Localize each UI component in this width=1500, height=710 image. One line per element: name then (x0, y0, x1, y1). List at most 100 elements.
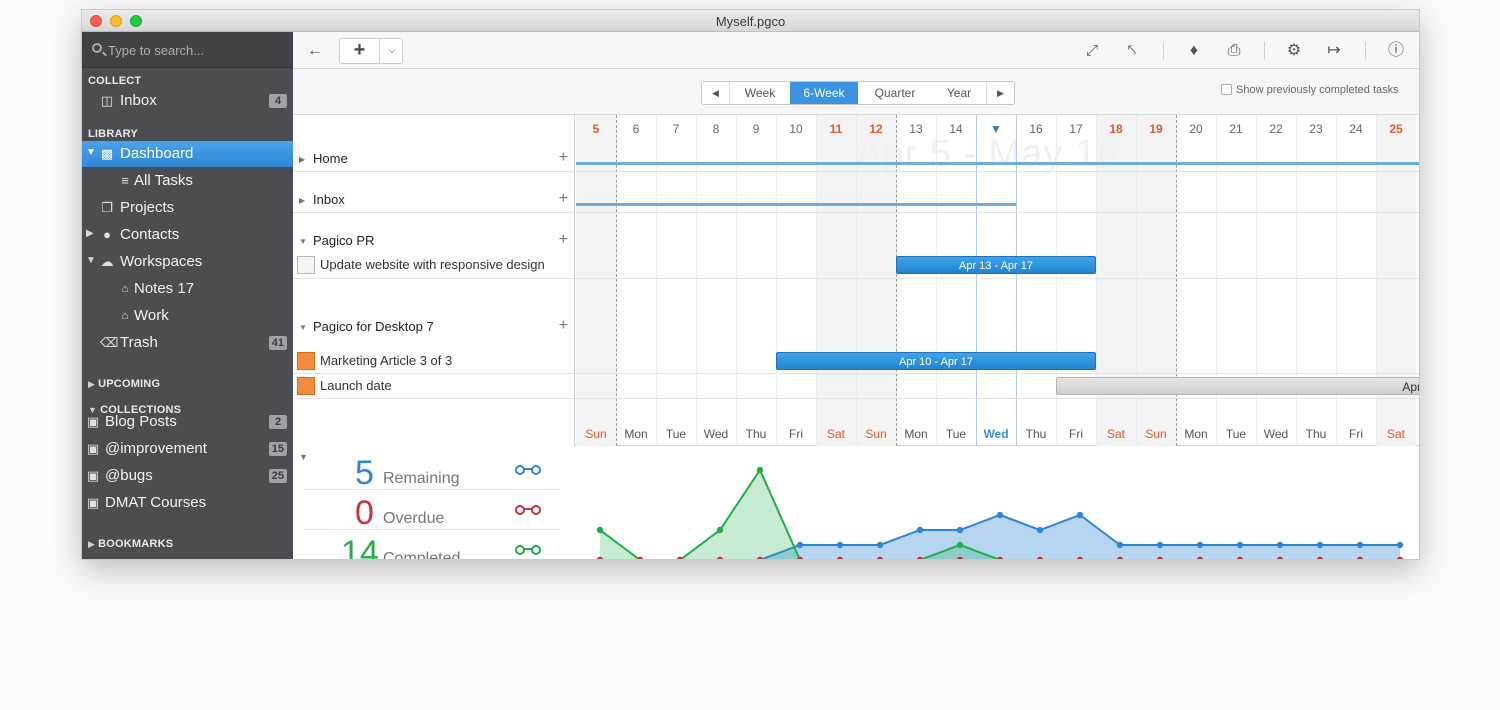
gantt-view: Apr 5 - May 16 5 Sun 6 Mon 7 Tue 8 Wed 9 Thu 10 Fri… (293, 115, 1419, 446)
cloud-icon: ☁ (100, 254, 114, 269)
day-number: 5 (592, 122, 600, 136)
inbox-count-badge: 4 (269, 94, 287, 108)
collapse-icon[interactable]: ⤣ (1121, 39, 1143, 63)
day-number: 18 (1109, 122, 1123, 136)
project-timeline-bar[interactable] (576, 203, 1016, 206)
sidebar-item-label: Contacts (120, 226, 180, 243)
expanded-triangle-icon[interactable]: ▼ (86, 255, 96, 266)
task-bar[interactable]: Apr (1056, 377, 1419, 395)
day-number: 10 (789, 122, 803, 136)
remaining-point (796, 541, 804, 549)
range-option-quarter[interactable]: Quarter (858, 82, 932, 104)
day-name: Wed (703, 427, 729, 441)
collapsed-triangle-icon[interactable]: ▶ (86, 228, 94, 239)
project-name[interactable]: Home (313, 151, 348, 166)
add-task-button[interactable]: + (559, 149, 568, 167)
collapsed-triangle-icon[interactable]: ▶ (299, 155, 305, 164)
add-task-button[interactable]: + (559, 317, 568, 335)
day-name: Sun (585, 427, 607, 441)
day-name: Fri (1349, 427, 1363, 441)
section-upcoming[interactable]: ▶ UPCOMING (88, 378, 160, 390)
remaining-point (916, 526, 924, 534)
expanded-triangle-icon[interactable]: ▼ (299, 237, 307, 246)
range-option-6-week[interactable]: 6-Week (790, 82, 858, 104)
gear-icon[interactable]: ⚙ (1283, 39, 1305, 63)
next-range-button[interactable]: ▶ (986, 82, 1014, 104)
sidebar-item-notes[interactable]: ⌂ Notes 17 (82, 276, 293, 302)
day-name: Thu (1305, 427, 1327, 441)
collection-count-badge: 15 (268, 442, 287, 456)
legend-remaining-icon (515, 465, 541, 475)
remaining-point (1396, 541, 1404, 549)
stat-label: Remaining (383, 470, 460, 487)
back-arrow-icon[interactable]: ← (305, 39, 325, 63)
sidebar-item-collection[interactable]: ▣ DMAT Courses (82, 490, 293, 516)
day-number: 19 (1149, 122, 1163, 136)
search-input[interactable] (108, 41, 283, 59)
sidebar-item-collection[interactable]: ▣ Blog Posts 2 (82, 409, 293, 435)
logout-icon[interactable]: ↦ (1323, 39, 1345, 63)
task-title: Launch date (320, 378, 392, 393)
bell-icon[interactable]: ♦ (1183, 39, 1205, 63)
show-completed-checkbox[interactable] (1221, 84, 1232, 95)
day-name: Tue (665, 427, 687, 441)
sidebar-item-label: All Tasks (134, 172, 193, 189)
project-timeline-bar[interactable] (576, 162, 1419, 165)
add-task-button[interactable]: + (559, 190, 568, 208)
task-row[interactable]: Launch date (293, 374, 575, 398)
sidebar-item-collection[interactable]: ▣ @improvement 15 (82, 436, 293, 462)
remaining-point (1036, 526, 1044, 534)
remaining-point (836, 541, 844, 549)
sidebar-item-workspaces[interactable]: ▼ ☁ Workspaces (82, 249, 293, 275)
archive-box-icon: ▣ (86, 414, 100, 429)
expand-icon[interactable]: ⤢ (1081, 39, 1103, 63)
task-bar[interactable]: Apr 13 - Apr 17 (896, 256, 1096, 274)
day-name: Mon (904, 427, 928, 441)
sidebar-item-label: DMAT Courses (105, 494, 207, 511)
task-checkbox[interactable] (297, 352, 315, 370)
sidebar-item-trash[interactable]: ⌫ Trash 41 (82, 330, 293, 356)
sidebar-item-dashboard[interactable]: ▼ ▩ Dashboard (82, 141, 293, 167)
sidebar-item-label: Workspaces (120, 253, 203, 270)
day-number: 11 (829, 122, 843, 136)
previous-range-button[interactable]: ◀ (702, 82, 730, 104)
task-row[interactable]: Marketing Article 3 of 3 (293, 349, 575, 373)
sidebar-item-label: Notes 17 (134, 280, 195, 297)
project-name[interactable]: Pagico for Desktop 7 (313, 319, 434, 334)
sidebar-item-collection[interactable]: ▣ @bugs 25 (82, 463, 293, 489)
range-option-week[interactable]: Week (730, 82, 790, 104)
add-task-button[interactable]: + (559, 231, 568, 249)
task-checkbox[interactable] (297, 256, 315, 274)
sidebar-item-contacts[interactable]: ▶ ● Contacts (82, 222, 293, 248)
info-icon[interactable]: ⓘ (1385, 39, 1407, 63)
timeline-grid: Apr 5 - May 16 5 Sun 6 Mon 7 Tue 8 Wed 9 Thu 10 Fri… (576, 115, 1419, 446)
task-row[interactable]: Update website with responsive design (293, 253, 575, 277)
range-option-year[interactable]: Year (932, 82, 986, 104)
day-number: 14 (949, 122, 963, 136)
toolbar-divider (1264, 42, 1265, 60)
day-number: 12 (869, 122, 883, 136)
task-bar[interactable]: Apr 10 - Apr 17 (776, 352, 1096, 370)
add-button[interactable]: + (340, 39, 380, 63)
toolbar-divider (1365, 42, 1366, 60)
collapsed-triangle-icon[interactable]: ▶ (299, 196, 305, 205)
task-checkbox[interactable] (297, 377, 315, 395)
show-completed-toggle[interactable]: Show previously completed tasks (1221, 84, 1399, 96)
printer-icon[interactable]: ⎙ (1223, 39, 1245, 63)
day-name: Mon (1184, 427, 1208, 441)
collapsed-triangle-icon: ▶ (88, 539, 96, 549)
completed-point (956, 541, 964, 549)
task-title: Update website with responsive design (320, 257, 545, 272)
sidebar-item-inbox[interactable]: ◫ Inbox 4 (82, 88, 293, 114)
sidebar-item-all-tasks[interactable]: ≡ All Tasks (82, 168, 293, 194)
project-name[interactable]: Pagico PR (313, 233, 374, 248)
project-name[interactable]: Inbox (313, 192, 345, 207)
remaining-point (1156, 541, 1164, 549)
expanded-triangle-icon[interactable]: ▼ (86, 147, 96, 158)
section-collect: COLLECT (88, 75, 142, 87)
sidebar-item-projects[interactable]: ❐ Projects (82, 195, 293, 221)
expanded-triangle-icon[interactable]: ▼ (299, 323, 307, 332)
sidebar-item-work[interactable]: ⌂ Work (82, 303, 293, 329)
section-bookmarks[interactable]: ▶ BOOKMARKS (88, 538, 173, 550)
chevron-down-icon[interactable]: ⌵ (381, 39, 403, 63)
